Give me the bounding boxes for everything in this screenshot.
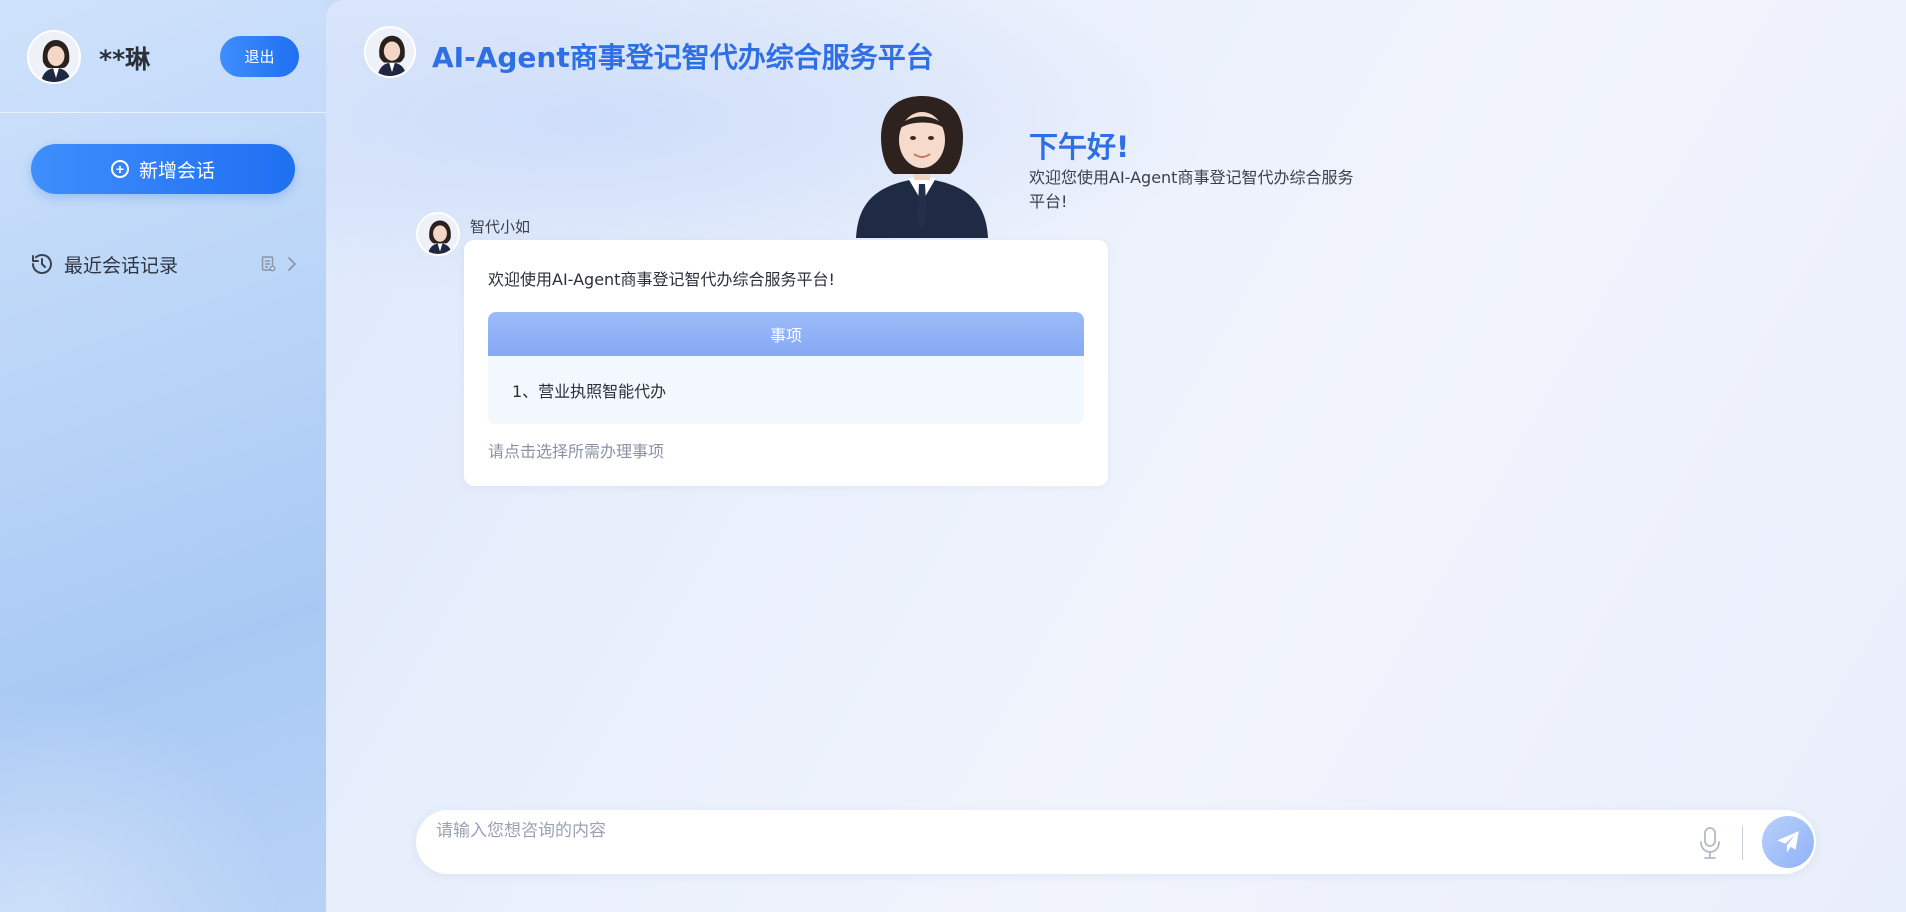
chat-input[interactable] — [436, 818, 1636, 844]
avatar-icon — [29, 32, 79, 82]
history-actions — [261, 256, 296, 272]
plus-circle-icon: + — [110, 160, 129, 178]
sidebar: **琳 退出 + 新增会话 最近会话记录 — [0, 0, 326, 912]
logout-button[interactable]: 退出 — [220, 36, 299, 77]
assistant-figure-icon — [856, 96, 988, 238]
history-clock-icon — [32, 254, 52, 274]
user-name: **琳 — [99, 45, 151, 74]
bot-avatar — [416, 212, 460, 256]
chevron-right-icon[interactable] — [288, 257, 296, 271]
matter-table: 事项 1、营业执照智能代办 — [488, 312, 1084, 424]
user-row: **琳 退出 — [0, 0, 326, 113]
page-title: AI-Agent商事登记智代办综合服务平台 — [432, 41, 934, 74]
input-divider — [1742, 826, 1743, 860]
bot-hint-text: 请点击选择所需办理事项 — [488, 442, 665, 461]
matter-item-business-license[interactable]: 1、营业执照智能代办 — [488, 356, 1084, 424]
avatar-icon — [418, 214, 458, 254]
microphone-icon[interactable] — [1698, 826, 1722, 860]
chat-input-bar — [416, 810, 1816, 874]
user-avatar — [27, 30, 81, 84]
greeting-title: 下午好! — [1029, 130, 1130, 164]
main-panel: AI-Agent商事登记智代办综合服务平台 下午好! 欢迎您使用AI-Agent… — [326, 0, 1906, 912]
app-root: **琳 退出 + 新增会话 最近会话记录 AI-Agent商事登记智代办综合服务… — [0, 0, 1906, 912]
new-chat-label: 新增会话 — [138, 160, 215, 182]
avatar-icon — [366, 28, 414, 76]
send-button[interactable] — [1762, 816, 1814, 868]
greeting-text: 欢迎您使用AI-Agent商事登记智代办综合服务平台! — [1029, 168, 1354, 211]
recent-history-item[interactable]: 最近会话记录 — [30, 248, 296, 280]
matter-table-header: 事项 — [488, 312, 1084, 356]
bot-message-bubble: 欢迎使用AI-Agent商事登记智代办综合服务平台! 事项 1、营业执照智能代办… — [464, 240, 1108, 486]
document-icon[interactable] — [261, 256, 276, 272]
new-chat-button[interactable]: + 新增会话 — [31, 144, 295, 194]
header-avatar — [364, 26, 416, 78]
history-label: 最近会话记录 — [64, 254, 179, 277]
send-icon — [1777, 831, 1799, 853]
bot-name: 智代小如 — [470, 218, 531, 236]
bot-intro-text: 欢迎使用AI-Agent商事登记智代办综合服务平台! — [488, 270, 835, 289]
